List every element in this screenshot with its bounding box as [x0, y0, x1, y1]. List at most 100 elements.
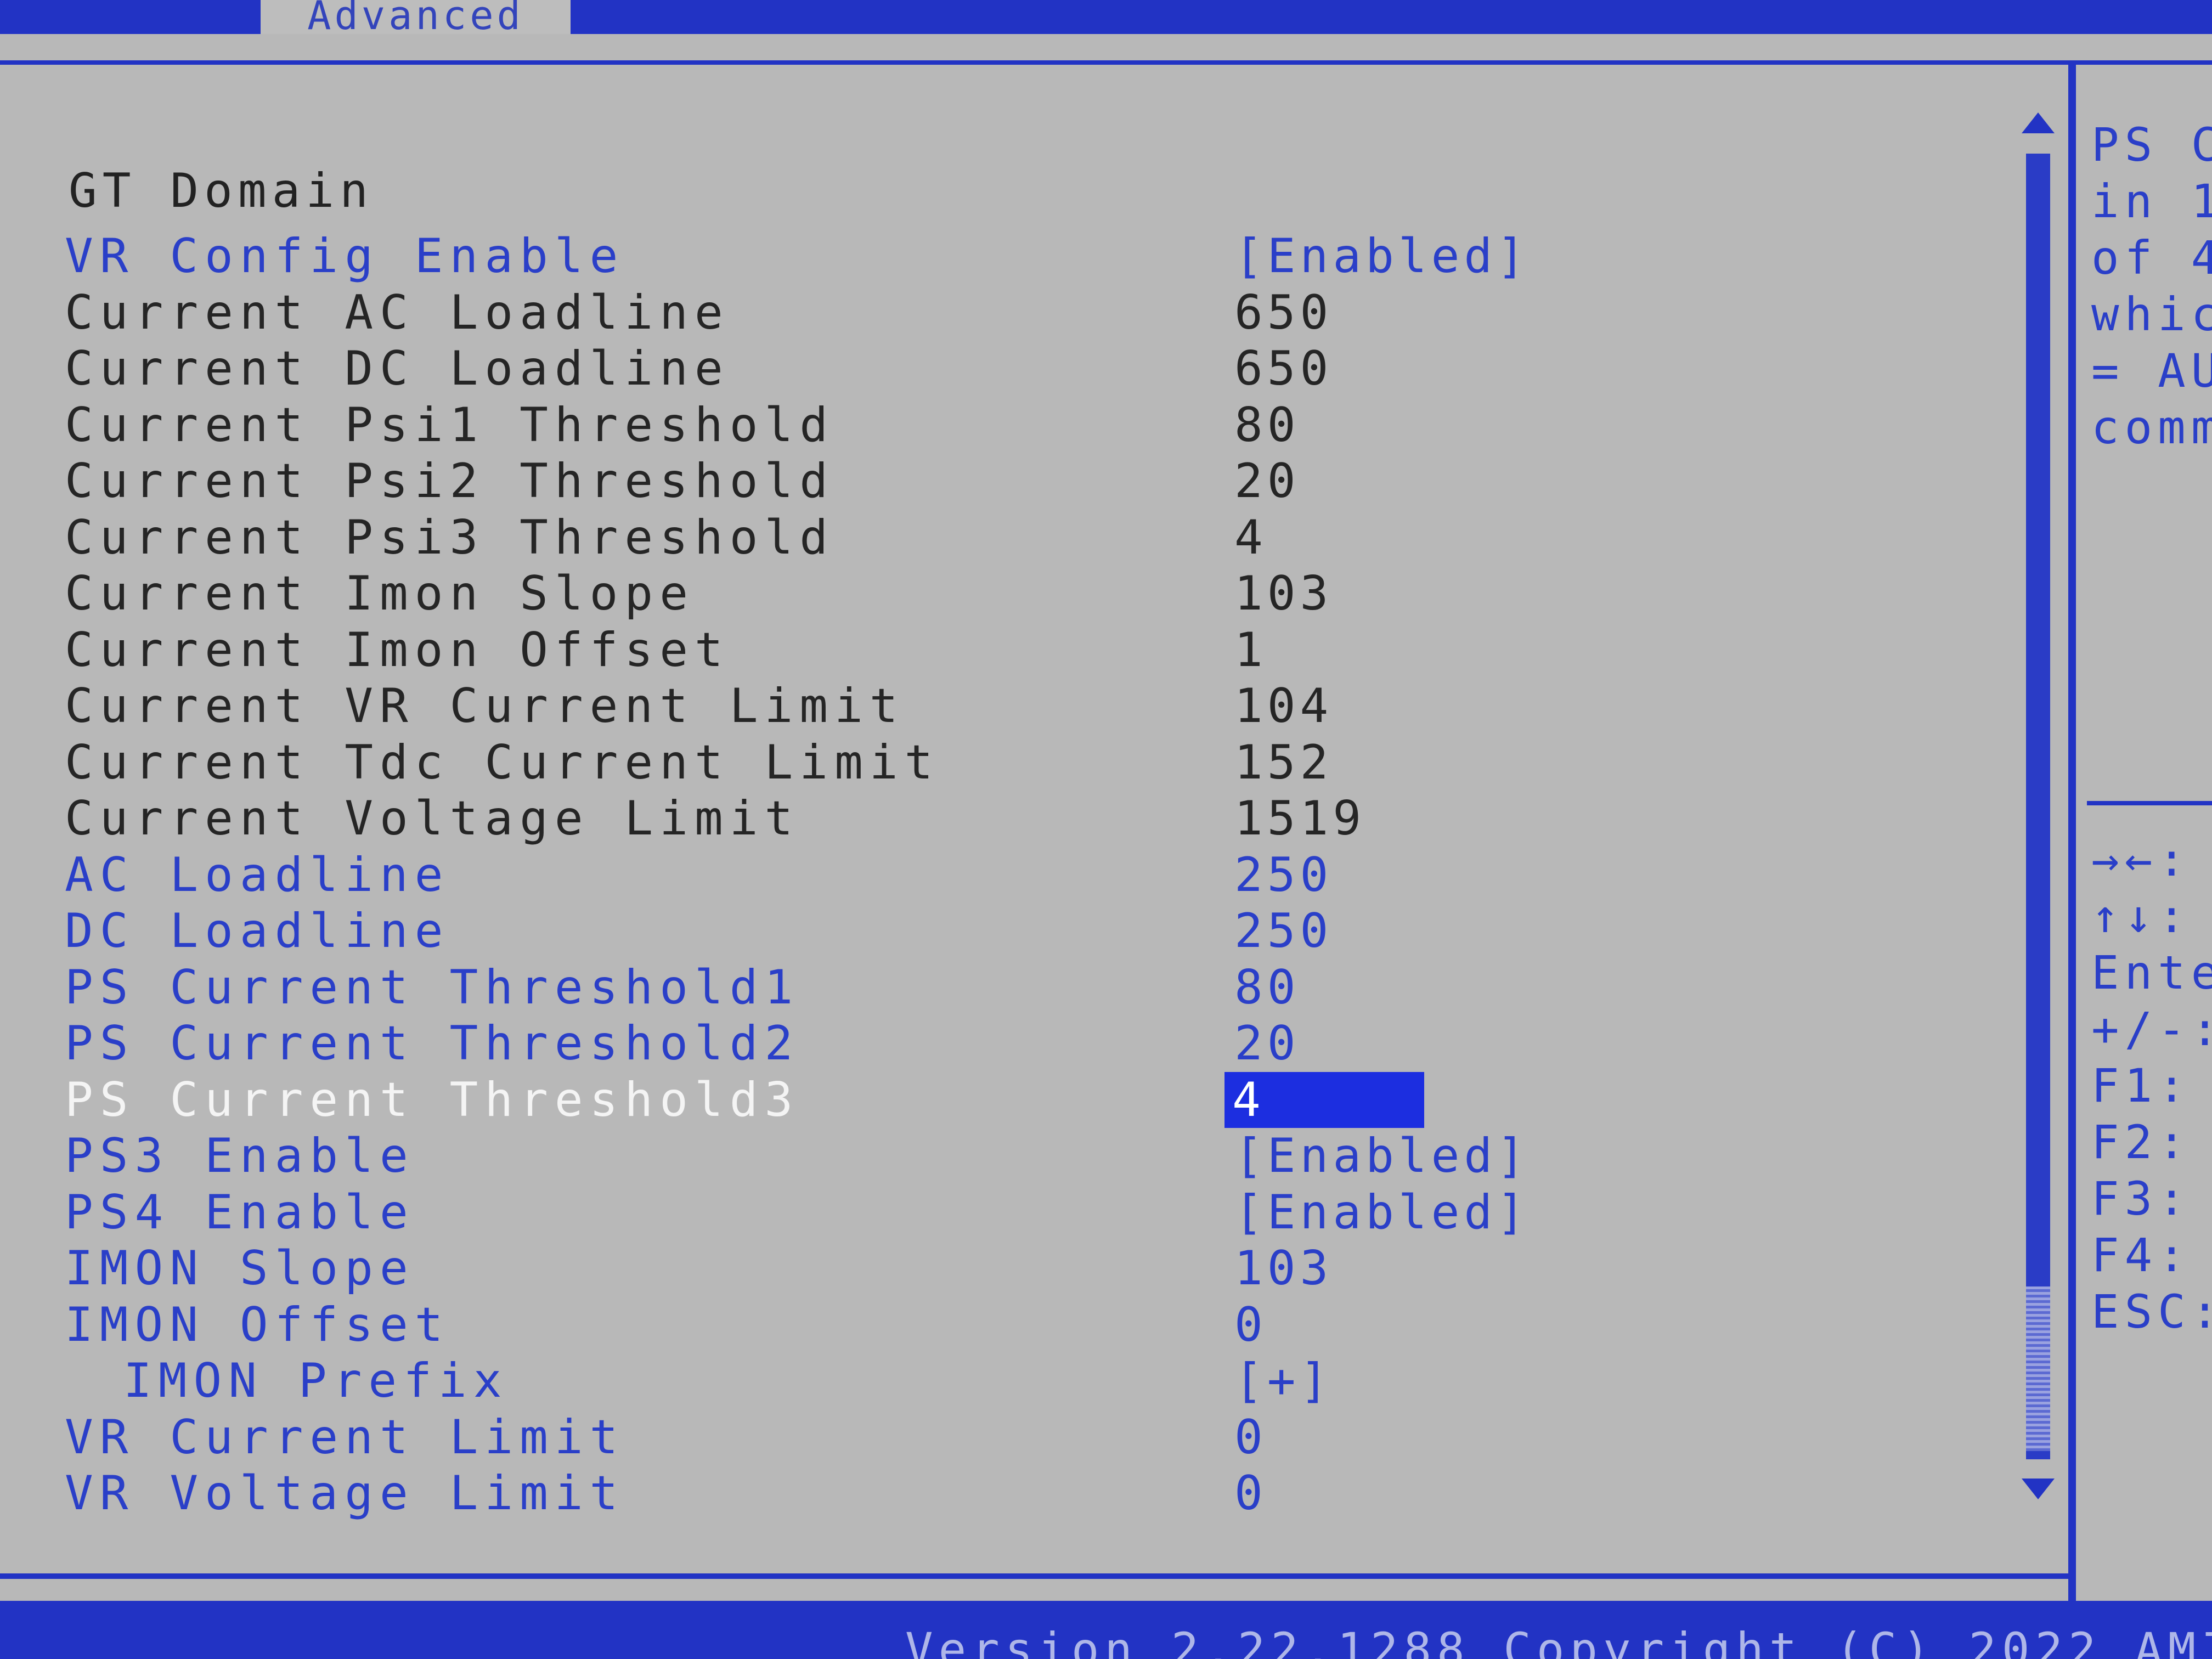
- section-title: GT Domain: [69, 163, 374, 218]
- panel-divider: [2068, 65, 2076, 1601]
- setting-label: Current Voltage Limit: [65, 791, 800, 846]
- key-legend-item: →←:: [2091, 833, 2191, 887]
- setting-row: Current Imon Offset 1: [0, 622, 2002, 678]
- setting-label: Current Tdc Current Limit: [65, 735, 940, 790]
- setting-value[interactable]: 20: [1234, 1015, 1300, 1071]
- top-bar: Advanced: [0, 0, 2212, 34]
- key-legend-item: F1:: [2091, 1059, 2191, 1113]
- setting-row[interactable]: PS4 Enable [Enabled]: [0, 1184, 2002, 1240]
- setting-value: 104: [1234, 679, 1333, 733]
- scroll-thumb[interactable]: [2026, 1286, 2050, 1451]
- setting-label: Current Psi2 Threshold: [65, 454, 835, 509]
- setting-row: Current Psi3 Threshold 4: [0, 510, 2002, 566]
- setting-row: Current Voltage Limit 1519: [0, 791, 2002, 847]
- setting-value: 152: [1234, 735, 1333, 790]
- help-separator: [2087, 801, 2212, 805]
- setting-row[interactable]: PS Current Threshold2 20: [0, 1015, 2002, 1071]
- tab-advanced[interactable]: Advanced: [261, 0, 571, 34]
- frame-bottom-border: [0, 1573, 2068, 1579]
- setting-value[interactable]: [+]: [1234, 1353, 1333, 1409]
- version-text: Version 2.22.1288 Copyright (C) 2022 AMI: [905, 1623, 2212, 1659]
- help-panel: PS Cin 1 of 4 whic = AU comm →←: ↑↓: Ente +/-: F…: [2076, 65, 2212, 1601]
- key-legend-item: F4:: [2091, 1228, 2191, 1282]
- setting-row[interactable]: AC Loadline 250: [0, 847, 2002, 903]
- scroll-up-arrow-icon[interactable]: [2022, 112, 2055, 133]
- setting-value: 1519: [1234, 791, 1366, 846]
- setting-label: DC Loadline: [65, 904, 450, 958]
- help-text-line: PS C: [2091, 118, 2212, 172]
- setting-row: Current DC Loadline 650: [0, 341, 2002, 397]
- setting-label: Current VR Current Limit: [65, 679, 905, 733]
- setting-row: Current VR Current Limit 104: [0, 678, 2002, 734]
- help-text-line: comm: [2091, 400, 2212, 454]
- setting-value: 20: [1234, 454, 1300, 509]
- key-legend-item: Ente: [2091, 946, 2212, 1000]
- help-text-line: of 4: [2091, 231, 2212, 285]
- key-legend-item: F3:: [2091, 1172, 2191, 1226]
- setting-row: Current Psi1 Threshold 80: [0, 397, 2002, 453]
- setting-value[interactable]: 0: [1234, 1409, 1267, 1465]
- setting-label: Current Imon Slope: [65, 566, 695, 621]
- setting-row[interactable]: DC Loadline 250: [0, 903, 2002, 959]
- setting-value[interactable]: 250: [1234, 903, 1333, 959]
- setting-label: PS4 Enable: [65, 1184, 415, 1240]
- scrollbar[interactable]: [2022, 112, 2055, 1506]
- setting-row[interactable]: VR Voltage Limit 0: [0, 1465, 2002, 1521]
- setting-row[interactable]: VR Config Enable [Enabled]: [0, 228, 2002, 284]
- setting-value: 80: [1234, 397, 1300, 453]
- setting-value[interactable]: [Enabled]: [1234, 228, 1530, 284]
- setting-row[interactable]: VR Current Limit 0: [0, 1409, 2002, 1465]
- main-settings-panel: GT Domain VR Config Enable [Enabled] Curre…: [0, 65, 2068, 1579]
- setting-value: 1: [1234, 622, 1267, 678]
- setting-label: VR Current Limit: [65, 1409, 625, 1465]
- setting-value[interactable]: 0: [1234, 1297, 1267, 1353]
- setting-value: 103: [1234, 566, 1333, 621]
- setting-row: Current AC Loadline 650: [0, 285, 2002, 341]
- scroll-track[interactable]: [2026, 154, 2050, 1459]
- setting-value: 650: [1234, 341, 1333, 396]
- setting-value[interactable]: 80: [1234, 960, 1300, 1015]
- setting-label: PS Current Threshold1: [65, 960, 800, 1015]
- setting-row[interactable]: IMON Slope 103: [0, 1240, 2002, 1296]
- setting-label: Current DC Loadline: [65, 341, 730, 396]
- setting-label: VR Config Enable: [65, 229, 625, 284]
- setting-row[interactable]: IMON Offset 0: [0, 1297, 2002, 1353]
- setting-label: Current Psi1 Threshold: [65, 397, 835, 453]
- setting-value[interactable]: 250: [1234, 847, 1333, 903]
- setting-value[interactable]: 103: [1234, 1240, 1333, 1296]
- key-legend-item: +/-:: [2091, 1002, 2212, 1056]
- setting-value[interactable]: [Enabled]: [1234, 1128, 1530, 1184]
- frame-top-border: [0, 60, 2212, 65]
- bottom-bar: Version 2.22.1288 Copyright (C) 2022 AMI: [0, 1601, 2212, 1659]
- help-text-line: = AU: [2091, 344, 2212, 398]
- setting-label: PS Current Threshold2: [65, 1016, 800, 1071]
- setting-row[interactable]: IMON Prefix [+]: [0, 1353, 2002, 1409]
- setting-label: IMON Offset: [65, 1297, 450, 1352]
- setting-label: PS3 Enable: [65, 1128, 415, 1183]
- setting-row[interactable]: PS Current Threshold1 80: [0, 960, 2002, 1015]
- setting-row: Current Tdc Current Limit 152: [0, 735, 2002, 791]
- setting-value[interactable]: 0: [1234, 1465, 1267, 1521]
- setting-row[interactable]: PS Current Threshold3 4: [0, 1071, 2002, 1128]
- setting-label: IMON Slope: [65, 1241, 415, 1296]
- setting-label: Current AC Loadline: [65, 285, 730, 340]
- key-legend-item: ↑↓:: [2091, 889, 2191, 943]
- setting-label: PS Current Threshold3: [65, 1072, 800, 1127]
- setting-row: Current Imon Slope 103: [0, 566, 2002, 622]
- setting-row: Current Psi2 Threshold 20: [0, 453, 2002, 509]
- setting-value: 650: [1234, 285, 1333, 340]
- setting-row[interactable]: PS3 Enable [Enabled]: [0, 1128, 2002, 1184]
- setting-value[interactable]: [Enabled]: [1234, 1184, 1530, 1240]
- setting-value[interactable]: 4: [1224, 1071, 1424, 1128]
- help-text-line: whic: [2091, 287, 2212, 341]
- key-legend-item: ESC:: [2091, 1285, 2212, 1339]
- setting-label: Current Psi3 Threshold: [65, 510, 835, 565]
- scroll-down-arrow-icon[interactable]: [2022, 1479, 2055, 1499]
- setting-label: AC Loadline: [65, 847, 450, 902]
- help-text-line: in 1: [2091, 174, 2212, 228]
- key-legend-item: F2:: [2091, 1115, 2191, 1169]
- setting-label: IMON Prefix: [123, 1353, 509, 1408]
- setting-label: Current Imon Offset: [65, 622, 730, 678]
- setting-value: 4: [1234, 510, 1267, 565]
- setting-label: VR Voltage Limit: [65, 1466, 625, 1521]
